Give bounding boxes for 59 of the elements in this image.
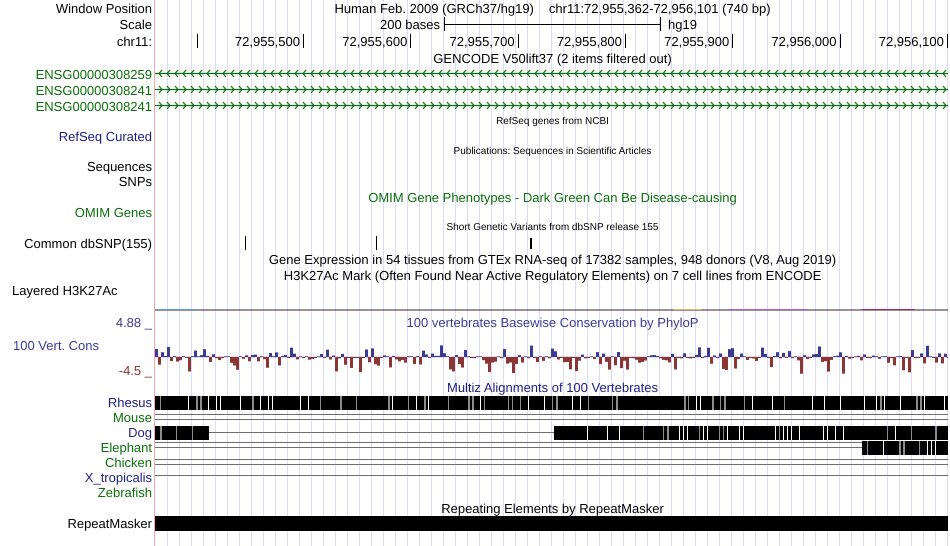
ruler-label: 72,956,000 — [771, 35, 836, 48]
track-title: Short Genetic Variants from dbSNP release 155 — [446, 222, 658, 232]
track-label[interactable]: Window Position — [56, 2, 152, 14]
snp-mark[interactable] — [245, 236, 246, 250]
alignment-block — [155, 426, 209, 440]
ruler-label: 72,956,100 — [878, 35, 944, 48]
track-title: Publications: Sequences in Scientific Articles — [454, 146, 652, 156]
ruler-tick — [732, 34, 734, 48]
track-label[interactable]: X_tropicalis — [84, 471, 152, 484]
track-title: Repeating Elements by RepeatMasker — [441, 502, 664, 514]
track-label[interactable]: Dog — [128, 426, 152, 439]
track-title: GENCODE V50lift37 (2 items filtered out) — [433, 52, 672, 64]
track-label[interactable]: RefSeq Curated — [58, 130, 152, 143]
track-title: 100 vertebrates Basewise Conservation by PhyloP — [406, 316, 698, 330]
gene-strand-line[interactable] — [155, 86, 948, 94]
track-title: H3K27Ac Mark (Often Found Near Active Regulatory Elements) on 7 cell lines from ENCODE — [284, 268, 822, 282]
ruler-label: 72,955,500 — [234, 35, 300, 48]
snp-mark[interactable] — [376, 236, 377, 250]
axis-min-label: -4.5 _ — [118, 364, 152, 377]
ruler-label: 72,955,800 — [556, 35, 622, 48]
axis-max-label: 4.88 _ — [116, 316, 152, 329]
gene-strand-line[interactable] — [155, 102, 948, 110]
track-label[interactable]: Mouse — [112, 411, 152, 424]
ruler-tick — [946, 34, 948, 48]
track-label[interactable]: Common dbSNP(155) — [24, 236, 152, 250]
ruler-label: 72,955,900 — [664, 35, 730, 48]
repeat-block[interactable] — [155, 516, 948, 531]
scale-assembly: hg19 — [668, 18, 697, 30]
scale-text: 200 bases — [380, 18, 440, 30]
track-label[interactable]: 100 Vert. Cons — [13, 339, 99, 352]
snp-mark[interactable] — [530, 238, 532, 249]
ruler-label: 72,955,700 — [450, 35, 515, 48]
track-label[interactable]: ENSG00000308241 — [36, 84, 152, 96]
ruler-tick — [410, 34, 412, 48]
position-text: chr11:72,955,362-72,956,101 (740 bp) — [548, 2, 771, 14]
track-title: Multiz Alignments of 100 Vertebrates — [446, 380, 658, 394]
ruler-tick — [624, 34, 626, 48]
ruler-label: 72,955,600 — [342, 35, 408, 48]
assembly-text: Human Feb. 2009 (GRCh37/hg19) — [334, 2, 534, 14]
ruler-tick — [303, 34, 304, 48]
track-title: Gene Expression in 54 tissues from GTEx RNA-seq of 17382 samples, 948 donors (V8, Aug 2019) — [268, 252, 836, 266]
track-title: RefSeq genes from NCBI — [496, 116, 609, 126]
track-label[interactable]: OMIM Genes — [74, 206, 152, 219]
track-label[interactable]: Scale — [119, 18, 152, 30]
track-label[interactable]: chr11: — [116, 34, 152, 48]
track-label[interactable]: RepeatMasker — [67, 517, 152, 530]
track-label[interactable]: Layered H3K27Ac — [12, 284, 118, 297]
track-label[interactable]: Rhesus — [108, 396, 152, 409]
track-label[interactable]: Zebrafish — [98, 486, 152, 499]
ruler-tick — [518, 34, 519, 48]
track-label[interactable]: ENSG00000308241 — [36, 100, 152, 112]
track-label[interactable]: Chicken — [105, 456, 152, 469]
track-label[interactable]: ENSG00000308259 — [36, 68, 152, 80]
gene-strand-line[interactable] — [155, 70, 948, 78]
track-label[interactable]: SNPs — [118, 175, 152, 188]
ruler-tick — [197, 34, 198, 48]
track-label[interactable]: Elephant — [100, 441, 152, 454]
track-title: OMIM Gene Phenotypes - Dark Green Can Be Disease-causing — [368, 190, 737, 204]
track-label[interactable]: Sequences — [86, 160, 152, 173]
